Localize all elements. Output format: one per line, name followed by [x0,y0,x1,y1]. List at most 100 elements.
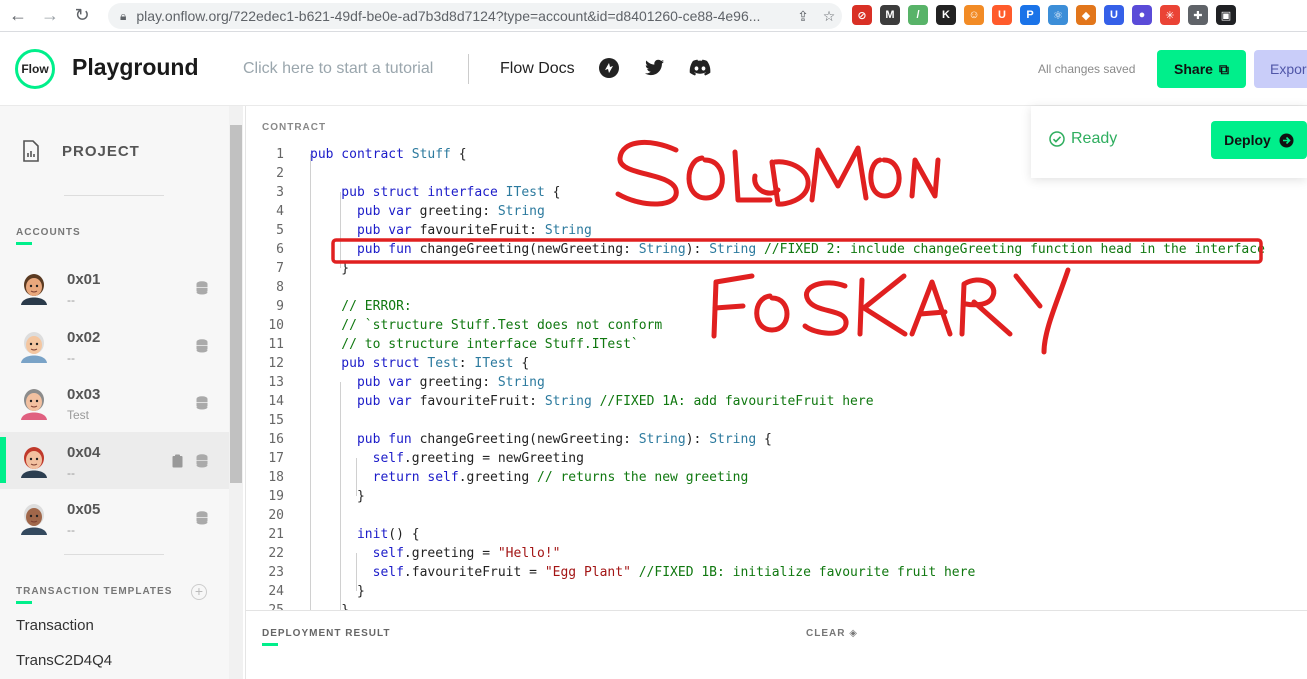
address-bar[interactable]: 🔒︎ play.onflow.org/722edec1-b621-49df-be… [108,3,842,29]
code-token: greeting: [419,375,498,390]
line-number: 12 [268,356,284,371]
code-token: () { [388,527,420,542]
code-text: // `structure Stuff.Test does not confor… [310,316,662,335]
extension-icon[interactable]: ✚ [1188,5,1208,25]
twitter-icon[interactable] [643,56,667,80]
database-icon[interactable] [196,396,208,410]
line-number: 4 [276,204,284,219]
community-icon[interactable] [597,56,621,80]
code-line: 18 return self.greeting // returns the n… [246,468,1307,487]
code-token: init [310,527,389,542]
code-token: self [310,451,404,466]
code-line: 22 self.greeting = "Hello!" [246,544,1307,563]
code-token: } [310,261,350,276]
clear-button[interactable]: CLEAR ◈ [806,628,858,639]
code-token: ITest [474,356,514,371]
account-name: Test [67,408,90,422]
code-token: String [638,242,686,257]
code-editor[interactable]: CONTRACT 1 pub contract Stuff {2 3 pub str… [245,106,1307,618]
code-token: Stuff [411,147,451,162]
line-number: 7 [276,261,284,276]
code-line: 9 // ERROR: [246,297,1307,316]
extension-icon[interactable]: ◆ [1076,5,1096,25]
account-item-0x02[interactable]: 0x02 -- [0,317,229,374]
extension-icon[interactable]: ▣ [1216,5,1236,25]
sidebar-divider [64,195,164,196]
bookmark-star-icon[interactable]: ☆ [816,8,842,25]
share-button[interactable]: Share ⧉ [1157,50,1246,88]
code-token: // `structure Stuff.Test does not confor… [310,318,663,333]
account-address: 0x01 [67,271,101,288]
extension-icon[interactable]: ⚛ [1048,5,1068,25]
database-icon[interactable] [196,338,208,353]
flow-logo[interactable]: Flow [15,49,55,89]
code-token: favouriteFruit: [419,394,545,409]
code-token: ): [685,242,710,257]
account-item-0x04[interactable]: 0x04 -- [0,431,229,489]
code-line: 15 [246,411,1307,430]
clipboard-icon[interactable] [172,454,183,468]
code-token: pub struct [310,356,428,371]
database-icon[interactable] [196,281,208,295]
extension-icon[interactable]: U [1104,5,1124,25]
tutorial-link[interactable]: Click here to start a tutorial [243,60,433,78]
code-line: 4 pub var greeting: String [246,202,1307,221]
sidebar-scrollbar-thumb[interactable] [230,125,242,483]
code-line: 6 pub fun changeGreeting(newGreeting: St… [246,240,1307,259]
lock-icon[interactable]: 🔒︎ [120,9,126,24]
deploy-button[interactable]: Deploy [1211,121,1307,159]
flow-docs-link[interactable]: Flow Docs [500,60,575,78]
line-number: 22 [268,546,284,561]
export-button[interactable]: Expor [1254,50,1307,88]
code-token: } [310,584,365,599]
reload-icon[interactable]: ↻ [68,2,96,30]
extension-icon[interactable]: K [936,5,956,25]
code-token: pub fun [310,432,420,447]
line-number: 2 [276,166,284,181]
template-item[interactable]: TransC2D4Q4 [16,652,112,669]
document-chart-icon [23,140,39,162]
line-number: 23 [268,565,284,580]
extension-icon[interactable]: ● [1132,5,1152,25]
header-divider [468,54,469,84]
code-text: self.greeting = newGreeting [310,449,584,468]
code-line: 23 self.favouriteFruit = "Egg Plant" //F… [246,563,1307,582]
extension-icon[interactable]: P [1020,5,1040,25]
extension-icon[interactable]: U [992,5,1012,25]
forward-icon[interactable]: → [36,2,64,30]
account-item-0x05[interactable]: 0x05 -- [0,489,229,546]
add-template-icon[interactable]: + [191,584,207,600]
code-token: { [513,356,530,371]
back-icon[interactable]: ← [4,2,32,30]
code-token: { [450,147,467,162]
extension-icon[interactable]: M [880,5,900,25]
extension-icon[interactable]: ✳ [1160,5,1180,25]
code-token: String [709,242,757,257]
share-page-icon[interactable]: ⇪ [790,8,816,25]
code-text: // to structure interface Stuff.ITest` [310,335,638,354]
template-item[interactable]: Transaction [16,617,94,634]
code-line: 13 pub var greeting: String [246,373,1307,392]
extension-icon[interactable]: ⊘ [852,5,872,25]
discord-icon[interactable] [688,56,712,80]
line-number: 9 [276,299,284,314]
extension-icon[interactable]: ☺ [964,5,984,25]
extension-icon[interactable]: / [908,5,928,25]
database-icon[interactable] [196,453,208,468]
code-token: { [756,432,772,447]
line-number: 10 [268,318,284,333]
code-line: 8 [246,278,1307,297]
database-icon[interactable] [196,511,208,525]
code-token: pub var [310,375,420,390]
account-name: -- [67,523,75,537]
code-token: pub fun [310,242,420,257]
account-item-0x01[interactable]: 0x01 -- [0,259,229,316]
line-number: 11 [268,337,284,352]
avatar [21,331,47,363]
line-number: 19 [268,489,284,504]
project-menu[interactable]: PROJECT [22,140,140,162]
account-item-0x03[interactable]: 0x03 Test [0,374,229,431]
code-text: } [310,259,349,278]
code-line: 24 } [246,582,1307,601]
code-text: pub var favouriteFruit: String //FIXED 1… [310,392,874,411]
